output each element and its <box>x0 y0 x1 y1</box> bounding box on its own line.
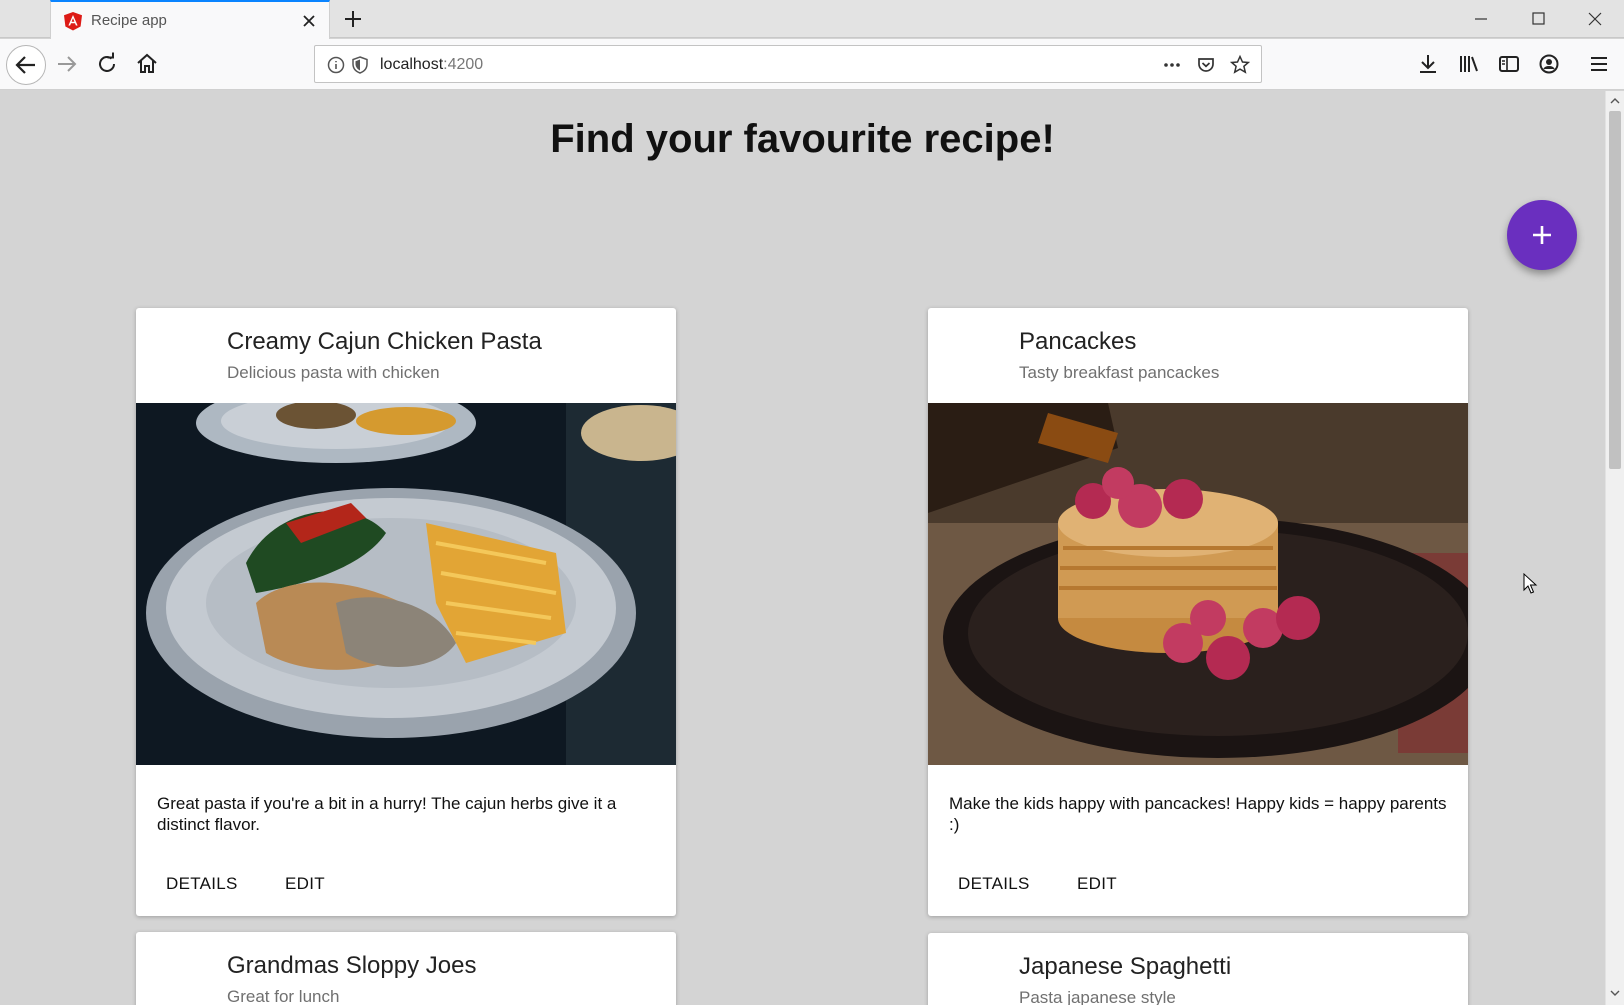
edit-button[interactable]: EDIT <box>1067 868 1127 900</box>
plus-icon <box>1533 226 1551 244</box>
vertical-scrollbar[interactable] <box>1605 91 1624 1005</box>
page-title: Find your favourite recipe! <box>550 117 1055 161</box>
recipe-image-pancakes <box>928 403 1468 765</box>
close-tab-icon[interactable] <box>299 11 319 31</box>
recipe-card: Pancackes Tasty breakfast pancackes Make… <box>928 308 1468 916</box>
url-host: localhost <box>380 56 444 73</box>
edit-button[interactable]: EDIT <box>275 868 335 900</box>
angular-icon <box>64 12 82 31</box>
details-button[interactable]: DETAILS <box>156 868 248 900</box>
recipe-title: Japanese Spaghetti <box>1019 953 1232 980</box>
scroll-down-arrow-icon[interactable] <box>1609 987 1621 999</box>
recipe-title: Creamy Cajun Chicken Pasta <box>227 328 542 355</box>
details-button[interactable]: DETAILS <box>948 868 1040 900</box>
library-icon[interactable] <box>1456 51 1482 77</box>
bookmark-star-icon[interactable] <box>1229 54 1251 76</box>
hamburger-menu-icon[interactable] <box>1586 51 1612 77</box>
shield-icon[interactable] <box>349 54 371 76</box>
info-icon[interactable] <box>325 54 347 76</box>
scroll-up-arrow-icon[interactable] <box>1609 95 1621 107</box>
address-bar[interactable]: localhost:4200 <box>314 45 1262 83</box>
recipe-image-chicken-pasta <box>136 403 676 765</box>
tab-title: Recipe app <box>91 12 167 29</box>
pocket-icon[interactable] <box>1195 54 1217 76</box>
reload-icon[interactable] <box>90 47 124 81</box>
forward-arrow-icon[interactable] <box>50 47 84 81</box>
mouse-cursor-icon <box>1523 573 1538 594</box>
browser-tab-recipe-app[interactable]: Recipe app <box>50 0 330 39</box>
add-recipe-button[interactable] <box>1507 200 1577 270</box>
downloads-icon[interactable] <box>1415 51 1441 77</box>
page-content: Find your favourite recipe! Creamy Cajun… <box>0 91 1605 1005</box>
recipe-card: Creamy Cajun Chicken Pasta Delicious pas… <box>136 308 676 916</box>
recipe-card: Grandmas Sloppy Joes Great for lunch <box>136 932 676 1005</box>
account-icon[interactable] <box>1536 51 1562 77</box>
browser-toolbar: localhost:4200 <box>0 39 1624 90</box>
recipe-description: Make the kids happy with pancackes! Happ… <box>949 794 1447 834</box>
back-button[interactable] <box>6 45 46 85</box>
new-tab-icon[interactable] <box>340 6 366 32</box>
maximize-icon[interactable] <box>1525 7 1551 31</box>
back-arrow-icon <box>15 56 35 74</box>
close-window-icon[interactable] <box>1582 7 1608 31</box>
browser-tab-strip: Recipe app <box>0 0 1624 39</box>
recipe-title: Grandmas Sloppy Joes <box>227 952 477 979</box>
url-text: localhost:4200 <box>380 56 483 74</box>
recipe-subtitle: Delicious pasta with chicken <box>227 363 440 382</box>
more-actions-icon[interactable] <box>1161 54 1183 76</box>
url-port: :4200 <box>443 56 484 73</box>
recipe-subtitle: Pasta japanese style <box>1019 988 1176 1005</box>
home-icon[interactable] <box>130 47 164 81</box>
sidebar-icon[interactable] <box>1496 51 1522 77</box>
recipe-title: Pancackes <box>1019 328 1137 355</box>
scrollbar-thumb[interactable] <box>1609 111 1621 469</box>
recipe-subtitle: Tasty breakfast pancackes <box>1019 363 1220 382</box>
recipe-card: Japanese Spaghetti Pasta japanese style <box>928 933 1468 1005</box>
recipe-subtitle: Great for lunch <box>227 987 340 1005</box>
minimize-icon[interactable] <box>1468 7 1494 31</box>
recipe-description: Great pasta if you're a bit in a hurry! … <box>157 794 617 834</box>
